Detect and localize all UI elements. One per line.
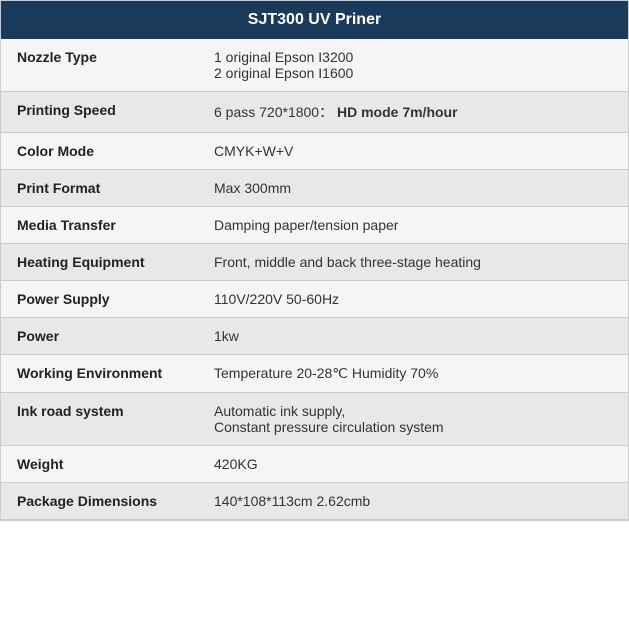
table-row: Working EnvironmentTemperature 20-28℃ Hu…: [1, 355, 628, 393]
spec-label: Package Dimensions: [1, 483, 198, 520]
spec-label: Media Transfer: [1, 207, 198, 244]
spec-label: Weight: [1, 446, 198, 483]
spec-table: SJT300 UV Priner Nozzle Type1 original E…: [0, 0, 629, 521]
table-row: Media TransferDamping paper/tension pape…: [1, 207, 628, 244]
spec-value: 1kw: [198, 318, 628, 355]
spec-value: CMYK+W+V: [198, 133, 628, 170]
spec-value: Front, middle and back three-stage heati…: [198, 244, 628, 281]
spec-label: Power: [1, 318, 198, 355]
spec-label: Heating Equipment: [1, 244, 198, 281]
table-row: Power1kw: [1, 318, 628, 355]
spec-value: 140*108*113cm 2.62cmb: [198, 483, 628, 520]
spec-value: Automatic ink supply,Constant pressure c…: [198, 393, 628, 446]
spec-value: 1 original Epson I32002 original Epson I…: [198, 39, 628, 92]
spec-value: Temperature 20-28℃ Humidity 70%: [198, 355, 628, 393]
table-title: SJT300 UV Priner: [1, 1, 628, 39]
spec-label: Printing Speed: [1, 92, 198, 133]
spec-value: 110V/220V 50-60Hz: [198, 281, 628, 318]
table-row: Printing Speed6 pass 720*1800： HD mode 7…: [1, 92, 628, 133]
spec-label: Color Mode: [1, 133, 198, 170]
spec-value: Max 300mm: [198, 170, 628, 207]
table-row: Ink road systemAutomatic ink supply,Cons…: [1, 393, 628, 446]
spec-label: Nozzle Type: [1, 39, 198, 92]
spec-label: Power Supply: [1, 281, 198, 318]
spec-label: Ink road system: [1, 393, 198, 446]
spec-label: Print Format: [1, 170, 198, 207]
table-row: Nozzle Type1 original Epson I32002 origi…: [1, 39, 628, 92]
spec-label: Working Environment: [1, 355, 198, 393]
table-row: Print FormatMax 300mm: [1, 170, 628, 207]
spec-table-body: Nozzle Type1 original Epson I32002 origi…: [1, 39, 628, 520]
table-row: Weight420KG: [1, 446, 628, 483]
spec-value: 6 pass 720*1800： HD mode 7m/hour: [198, 92, 628, 133]
table-row: Package Dimensions140*108*113cm 2.62cmb: [1, 483, 628, 520]
spec-value: 420KG: [198, 446, 628, 483]
table-row: Power Supply110V/220V 50-60Hz: [1, 281, 628, 318]
table-row: Heating EquipmentFront, middle and back …: [1, 244, 628, 281]
table-row: Color ModeCMYK+W+V: [1, 133, 628, 170]
spec-value: Damping paper/tension paper: [198, 207, 628, 244]
